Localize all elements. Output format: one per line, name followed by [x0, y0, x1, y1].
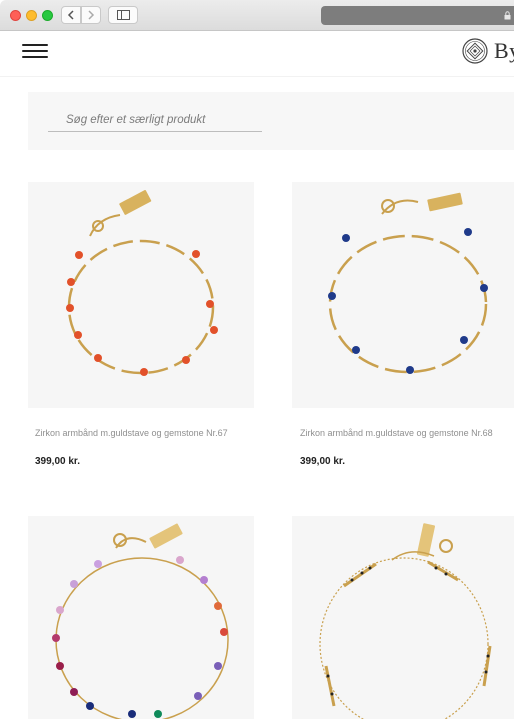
- bracelet-image: [52, 523, 229, 719]
- logo-emblem-icon: [462, 38, 488, 64]
- close-window-button[interactable]: [10, 10, 21, 21]
- bracelet-image: [66, 190, 218, 376]
- site-logo[interactable]: By: [462, 38, 514, 64]
- hamburger-icon: [22, 44, 48, 58]
- sidebar-icon: [117, 10, 130, 20]
- product-image[interactable]: [28, 516, 254, 719]
- chevron-right-icon: [88, 10, 95, 20]
- bracelet-image: [319, 523, 492, 719]
- logo-text: By: [494, 38, 514, 63]
- chevron-left-icon: [67, 10, 74, 20]
- search-input[interactable]: [48, 108, 262, 132]
- product-price: 399,00 kr.: [300, 456, 346, 467]
- back-button[interactable]: [61, 6, 81, 24]
- header-divider: [0, 76, 514, 77]
- sidebar-toggle-button[interactable]: [108, 6, 138, 24]
- product-image[interactable]: [292, 516, 514, 719]
- product-image[interactable]: [28, 182, 254, 408]
- browser-toolbar: [0, 0, 514, 31]
- product-price: 399,00 kr.: [35, 456, 81, 467]
- zoom-window-button[interactable]: [42, 10, 53, 21]
- minimize-window-button[interactable]: [26, 10, 37, 21]
- product-image[interactable]: [292, 182, 514, 408]
- product-name[interactable]: Zirkon armbånd m.guldstave og gemstone N…: [300, 428, 514, 438]
- lock-icon: [504, 11, 511, 20]
- address-bar[interactable]: [321, 6, 514, 25]
- bracelet-image: [328, 192, 488, 374]
- product-name[interactable]: Zirkon armbånd m.guldstave og gemstone N…: [35, 428, 250, 438]
- menu-button[interactable]: [22, 44, 48, 60]
- forward-button[interactable]: [81, 6, 101, 24]
